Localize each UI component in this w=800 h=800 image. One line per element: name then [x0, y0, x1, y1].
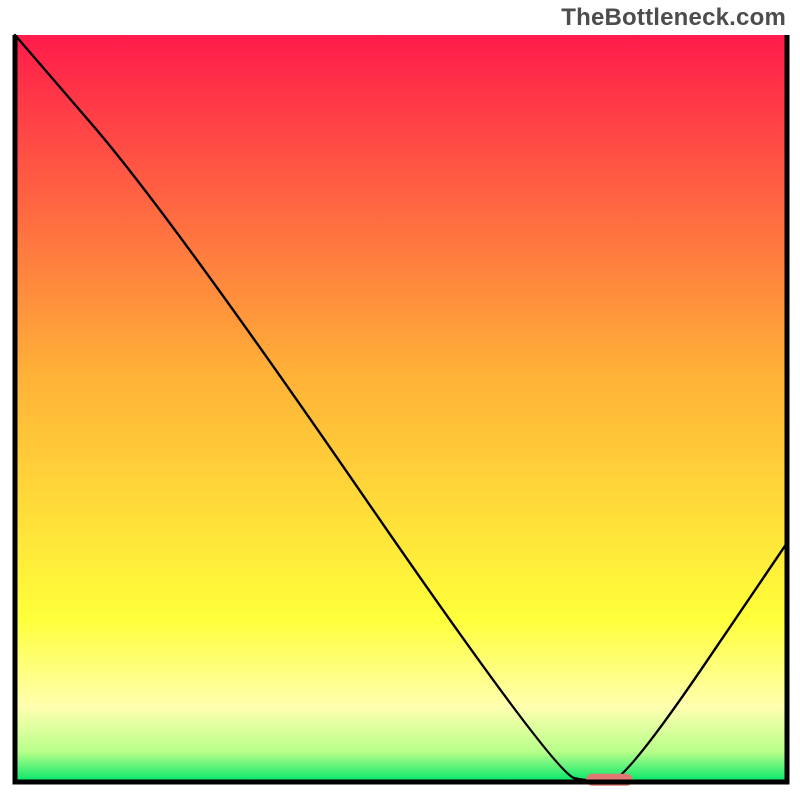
chart-container: TheBottleneck.com — [0, 0, 800, 800]
gradient-background — [15, 35, 787, 782]
bottleneck-chart — [0, 0, 800, 800]
